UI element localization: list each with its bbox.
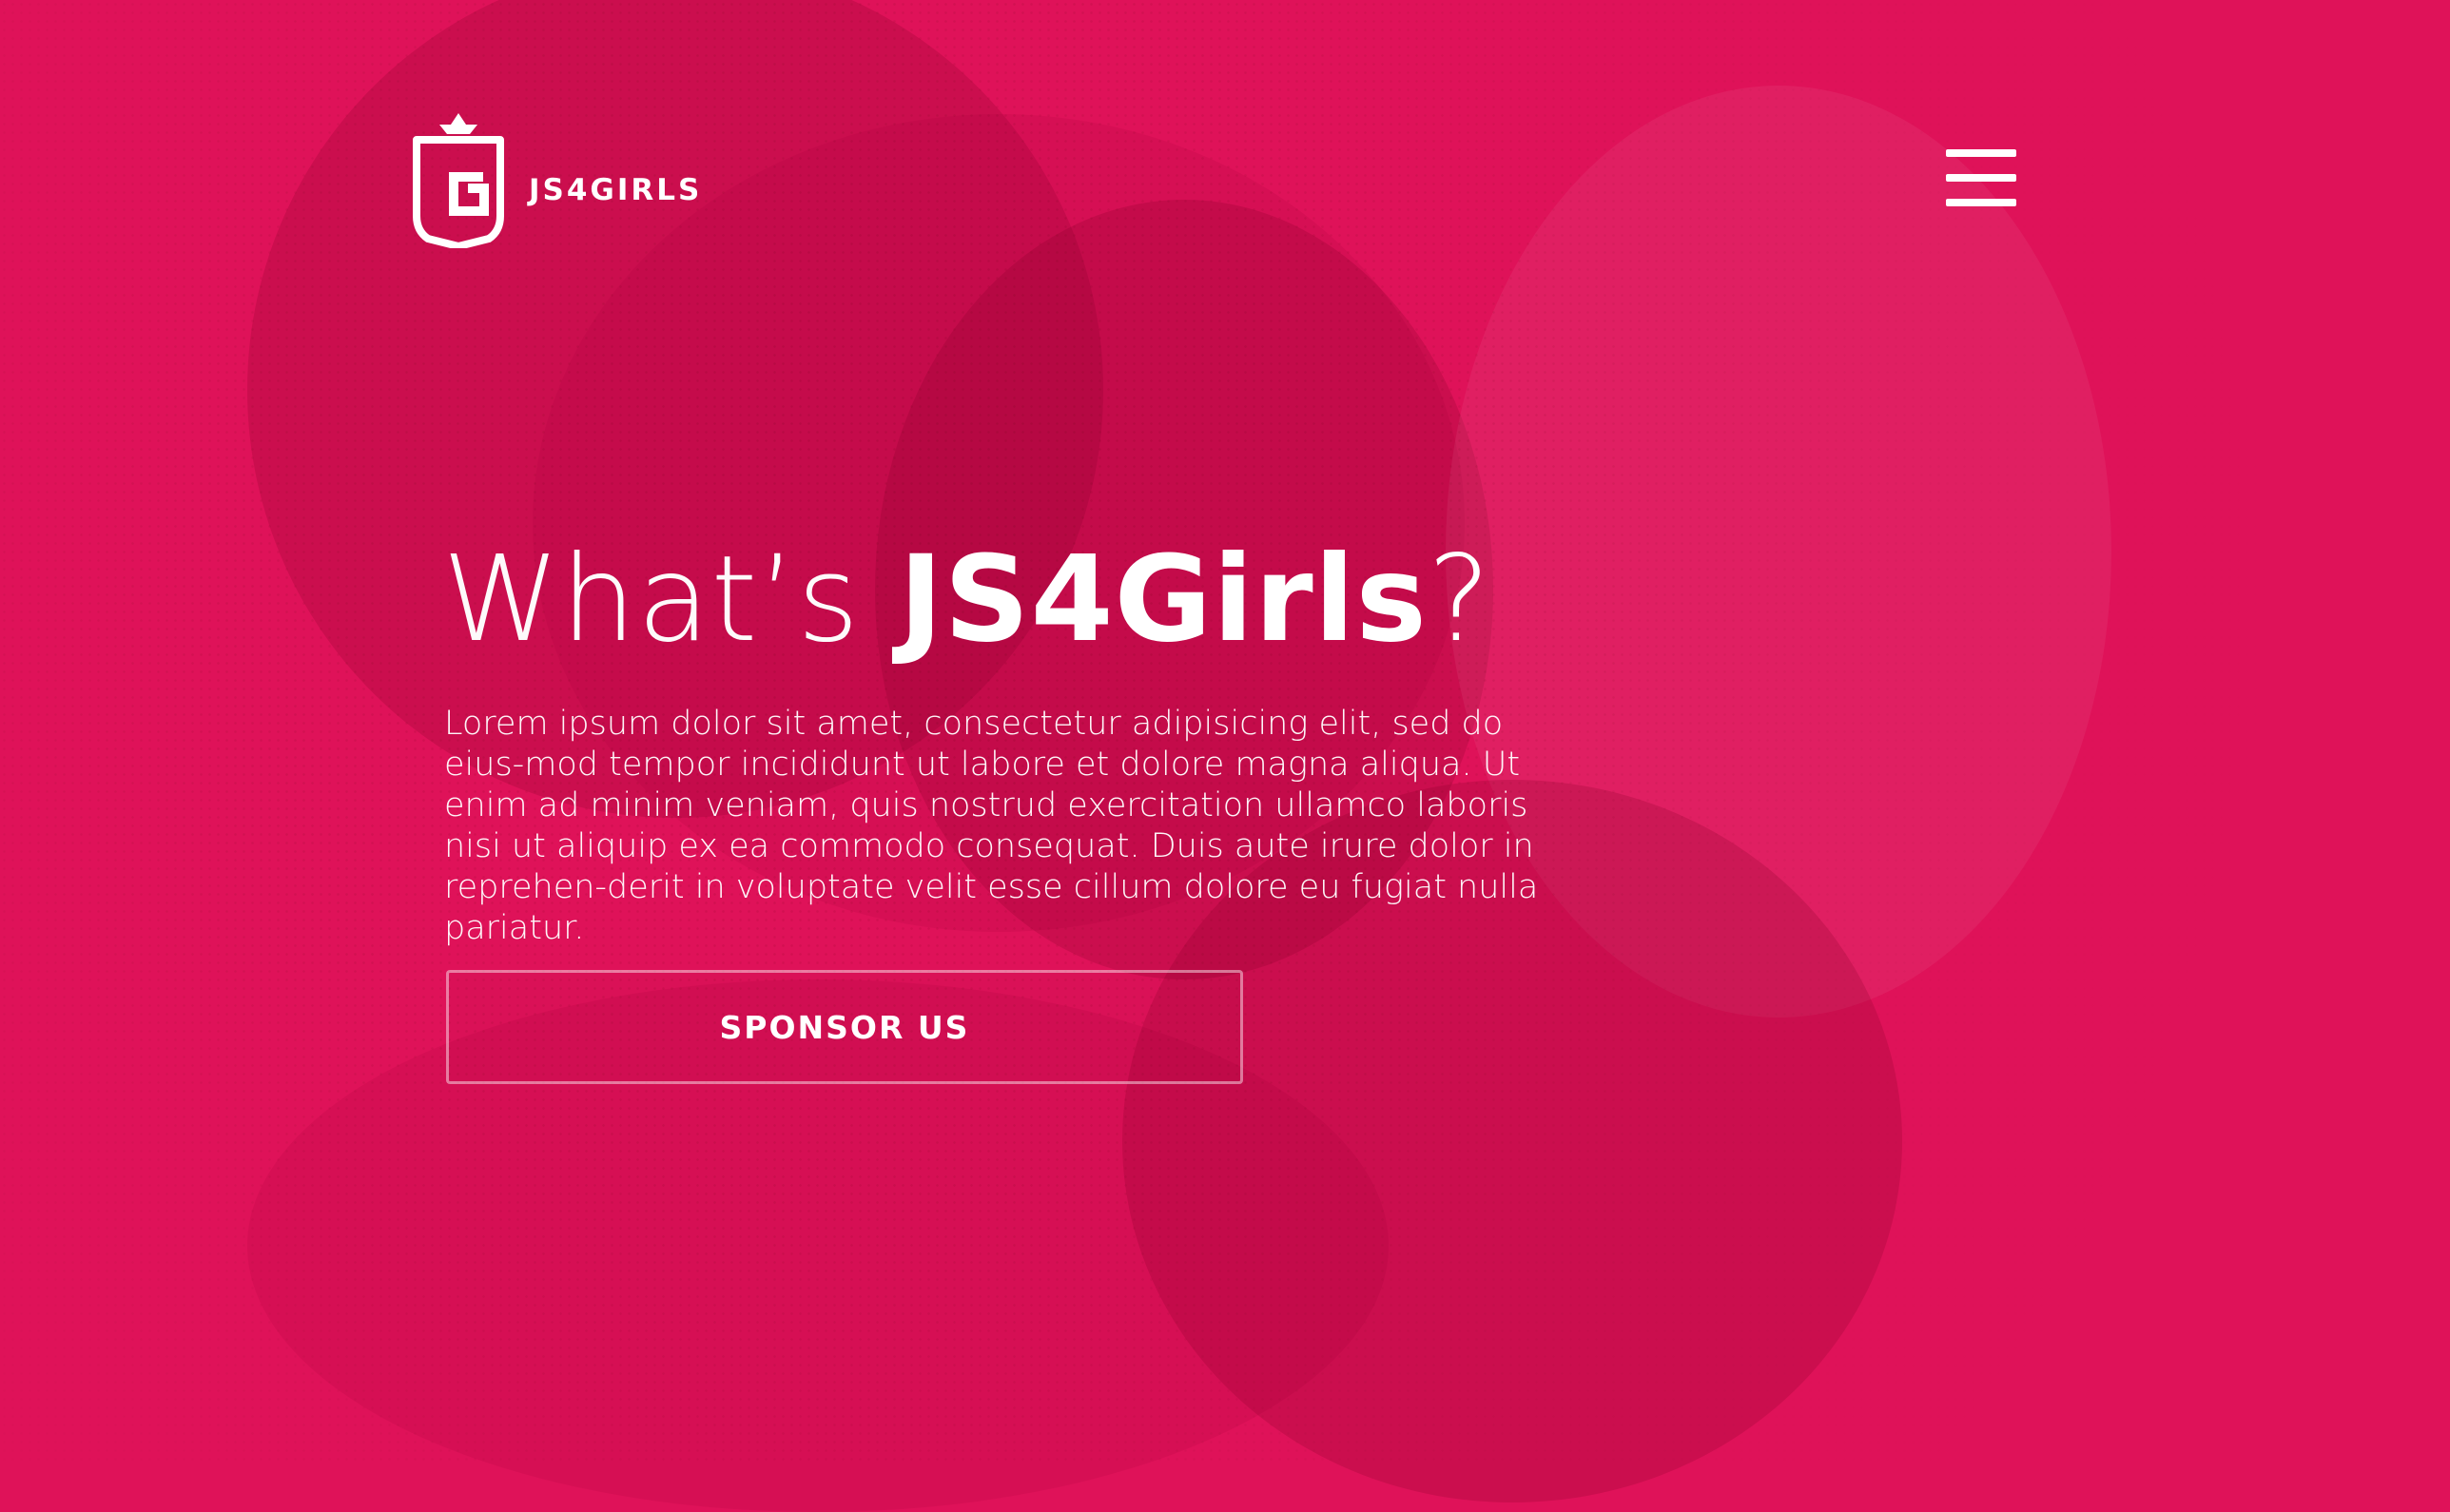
brand-logo[interactable]: JS4GIRLS (409, 109, 702, 252)
menu-button[interactable] (1946, 149, 2016, 206)
sponsor-us-button[interactable]: SPONSOR US (446, 970, 1243, 1084)
hamburger-menu-icon (1946, 149, 2016, 157)
hero-description: Lorem ipsum dolor sit amet, consectetur … (444, 705, 1539, 948)
hero-section: What’s JS4Girls? Lorem ipsum dolor sit a… (442, 537, 1631, 949)
hero-title: What’s JS4Girls? (442, 537, 1631, 662)
hamburger-menu-icon (1946, 199, 2016, 206)
hero-title-prefix: What’s (442, 531, 900, 669)
hero-title-suffix: ? (1427, 531, 1492, 669)
hamburger-menu-icon (1946, 174, 2016, 182)
shield-crown-logo-icon (413, 113, 504, 248)
brand-name: JS4GIRLS (529, 173, 703, 207)
hero-title-highlight: JS4Girls (899, 531, 1428, 669)
